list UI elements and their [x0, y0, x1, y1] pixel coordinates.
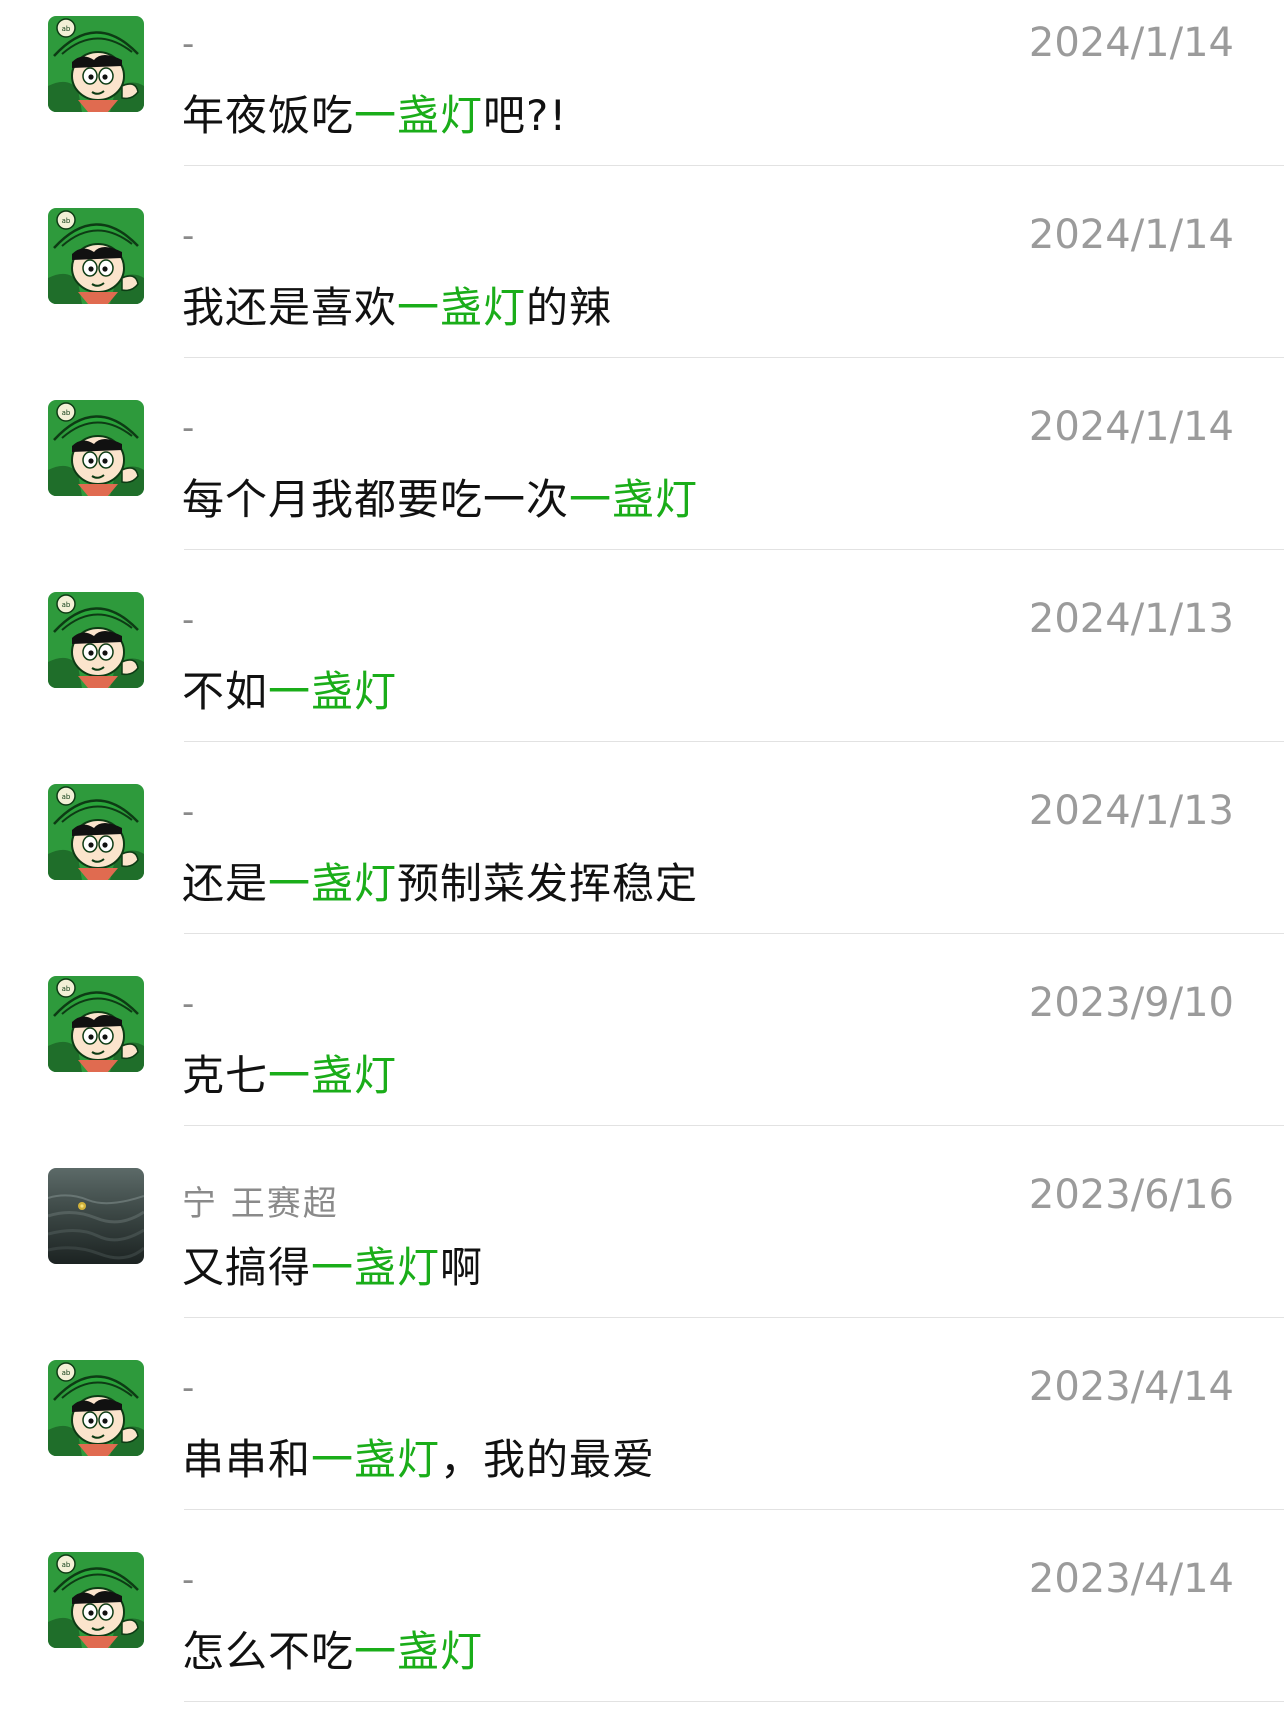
message-date: 2023/4/14	[1028, 1364, 1234, 1410]
sender-name: -	[182, 1560, 197, 1600]
message-row[interactable]: ab - 2023/4/14 怎么不吃一盏灯	[0, 1536, 1284, 1728]
avatar[interactable]: ab	[48, 1552, 144, 1648]
svg-text:ab: ab	[62, 793, 71, 801]
sender-name: -	[182, 1368, 197, 1408]
keyword-highlight: 一盏灯	[268, 667, 398, 716]
svg-text:ab: ab	[62, 1561, 71, 1569]
message-text: 串串和一盏灯，我的最爱	[182, 1426, 655, 1487]
avatar[interactable]: ab	[48, 784, 144, 880]
message-row[interactable]: ab - 2024/1/14 每个月我都要吃一次一盏灯	[0, 384, 1284, 576]
message-text-after: 预制菜发挥稳定	[397, 859, 699, 908]
avatar[interactable]: ab	[48, 592, 144, 688]
message-text-after: 啊	[440, 1243, 484, 1292]
avatar[interactable]	[48, 1168, 144, 1264]
message-text: 不如一盏灯	[182, 658, 397, 719]
message-date: 2024/1/14	[1028, 212, 1234, 258]
message-text-before: 怎么不吃	[182, 1627, 355, 1676]
divider	[184, 165, 1284, 166]
sender-name: -	[182, 792, 197, 832]
svg-text:ab: ab	[62, 25, 71, 33]
svg-text:ab: ab	[62, 601, 71, 609]
message-row[interactable]: ab - 2023/4/14 串串和一盏灯，我的最爱	[0, 1344, 1284, 1536]
cartoon-avatar-image: ab	[48, 976, 144, 1072]
divider	[184, 1125, 1284, 1126]
keyword-highlight: 一盏灯	[268, 859, 398, 908]
divider	[184, 357, 1284, 358]
divider	[184, 933, 1284, 934]
message-text-before: 克七	[182, 1051, 269, 1100]
message-text: 年夜饭吃一盏灯吧?!	[182, 82, 567, 143]
svg-text:ab: ab	[62, 409, 71, 417]
message-text-after: 吧?!	[483, 91, 568, 140]
water-photo-avatar-image	[48, 1168, 144, 1264]
keyword-highlight: 一盏灯	[397, 283, 527, 332]
svg-text:ab: ab	[62, 1369, 71, 1377]
avatar[interactable]: ab	[48, 1360, 144, 1456]
message-row[interactable]: ab - 2024/1/13 还是一盏灯预制菜发挥稳定	[0, 768, 1284, 960]
message-search-results: ab - 2024/1/14 年夜饭吃一盏灯吧?! ab - 2024/1/14…	[0, 0, 1284, 1728]
message-date: 2023/9/10	[1028, 980, 1234, 1026]
message-text: 又搞得一盏灯啊	[182, 1234, 483, 1295]
message-text: 每个月我都要吃一次一盏灯	[182, 466, 698, 527]
svg-text:ab: ab	[62, 985, 71, 993]
avatar[interactable]: ab	[48, 208, 144, 304]
message-date: 2023/6/16	[1028, 1172, 1234, 1218]
keyword-highlight: 一盏灯	[268, 1051, 398, 1100]
cartoon-avatar-image: ab	[48, 592, 144, 688]
message-date: 2024/1/14	[1028, 404, 1234, 450]
message-date: 2023/4/14	[1028, 1556, 1234, 1602]
divider	[184, 1701, 1284, 1702]
message-text-before: 我还是喜欢	[182, 283, 398, 332]
sender-name: -	[182, 216, 197, 256]
divider	[184, 549, 1284, 550]
sender-name: -	[182, 984, 197, 1024]
cartoon-avatar-image: ab	[48, 208, 144, 304]
message-text-before: 又搞得	[182, 1243, 312, 1292]
cartoon-avatar-image: ab	[48, 400, 144, 496]
avatar[interactable]: ab	[48, 16, 144, 112]
message-text-before: 串串和	[182, 1435, 312, 1484]
keyword-highlight: 一盏灯	[354, 91, 484, 140]
svg-text:ab: ab	[62, 217, 71, 225]
message-text-after: ，我的最爱	[440, 1435, 656, 1484]
message-text-before: 还是	[182, 859, 269, 908]
sender-name: -	[182, 24, 197, 64]
message-text-after: 的辣	[526, 283, 613, 332]
keyword-highlight: 一盏灯	[354, 1627, 484, 1676]
avatar[interactable]: ab	[48, 976, 144, 1072]
message-row[interactable]: 宁 王赛超 2023/6/16 又搞得一盏灯啊	[0, 1152, 1284, 1344]
message-text: 我还是喜欢一盏灯的辣	[182, 274, 612, 335]
message-date: 2024/1/14	[1028, 20, 1234, 66]
message-text-before: 年夜饭吃	[182, 91, 355, 140]
sender-name: 宁 王赛超	[182, 1184, 339, 1224]
divider	[184, 741, 1284, 742]
message-text-before: 不如	[182, 667, 269, 716]
cartoon-avatar-image: ab	[48, 1360, 144, 1456]
message-text-before: 每个月我都要吃一次	[182, 475, 570, 524]
message-date: 2024/1/13	[1028, 596, 1234, 642]
message-text: 克七一盏灯	[182, 1042, 397, 1103]
divider	[184, 1317, 1284, 1318]
keyword-highlight: 一盏灯	[311, 1435, 441, 1484]
sender-name: -	[182, 408, 197, 448]
message-row[interactable]: ab - 2024/1/13 不如一盏灯	[0, 576, 1284, 768]
cartoon-avatar-image: ab	[48, 16, 144, 112]
message-date: 2024/1/13	[1028, 788, 1234, 834]
avatar[interactable]: ab	[48, 400, 144, 496]
keyword-highlight: 一盏灯	[311, 1243, 441, 1292]
keyword-highlight: 一盏灯	[569, 475, 699, 524]
message-text: 怎么不吃一盏灯	[182, 1618, 483, 1679]
divider	[184, 1509, 1284, 1510]
message-row[interactable]: ab - 2024/1/14 年夜饭吃一盏灯吧?!	[0, 0, 1284, 192]
message-row[interactable]: ab - 2024/1/14 我还是喜欢一盏灯的辣	[0, 192, 1284, 384]
cartoon-avatar-image: ab	[48, 1552, 144, 1648]
sender-name: -	[182, 600, 197, 640]
message-row[interactable]: ab - 2023/9/10 克七一盏灯	[0, 960, 1284, 1152]
message-text: 还是一盏灯预制菜发挥稳定	[182, 850, 698, 911]
cartoon-avatar-image: ab	[48, 784, 144, 880]
